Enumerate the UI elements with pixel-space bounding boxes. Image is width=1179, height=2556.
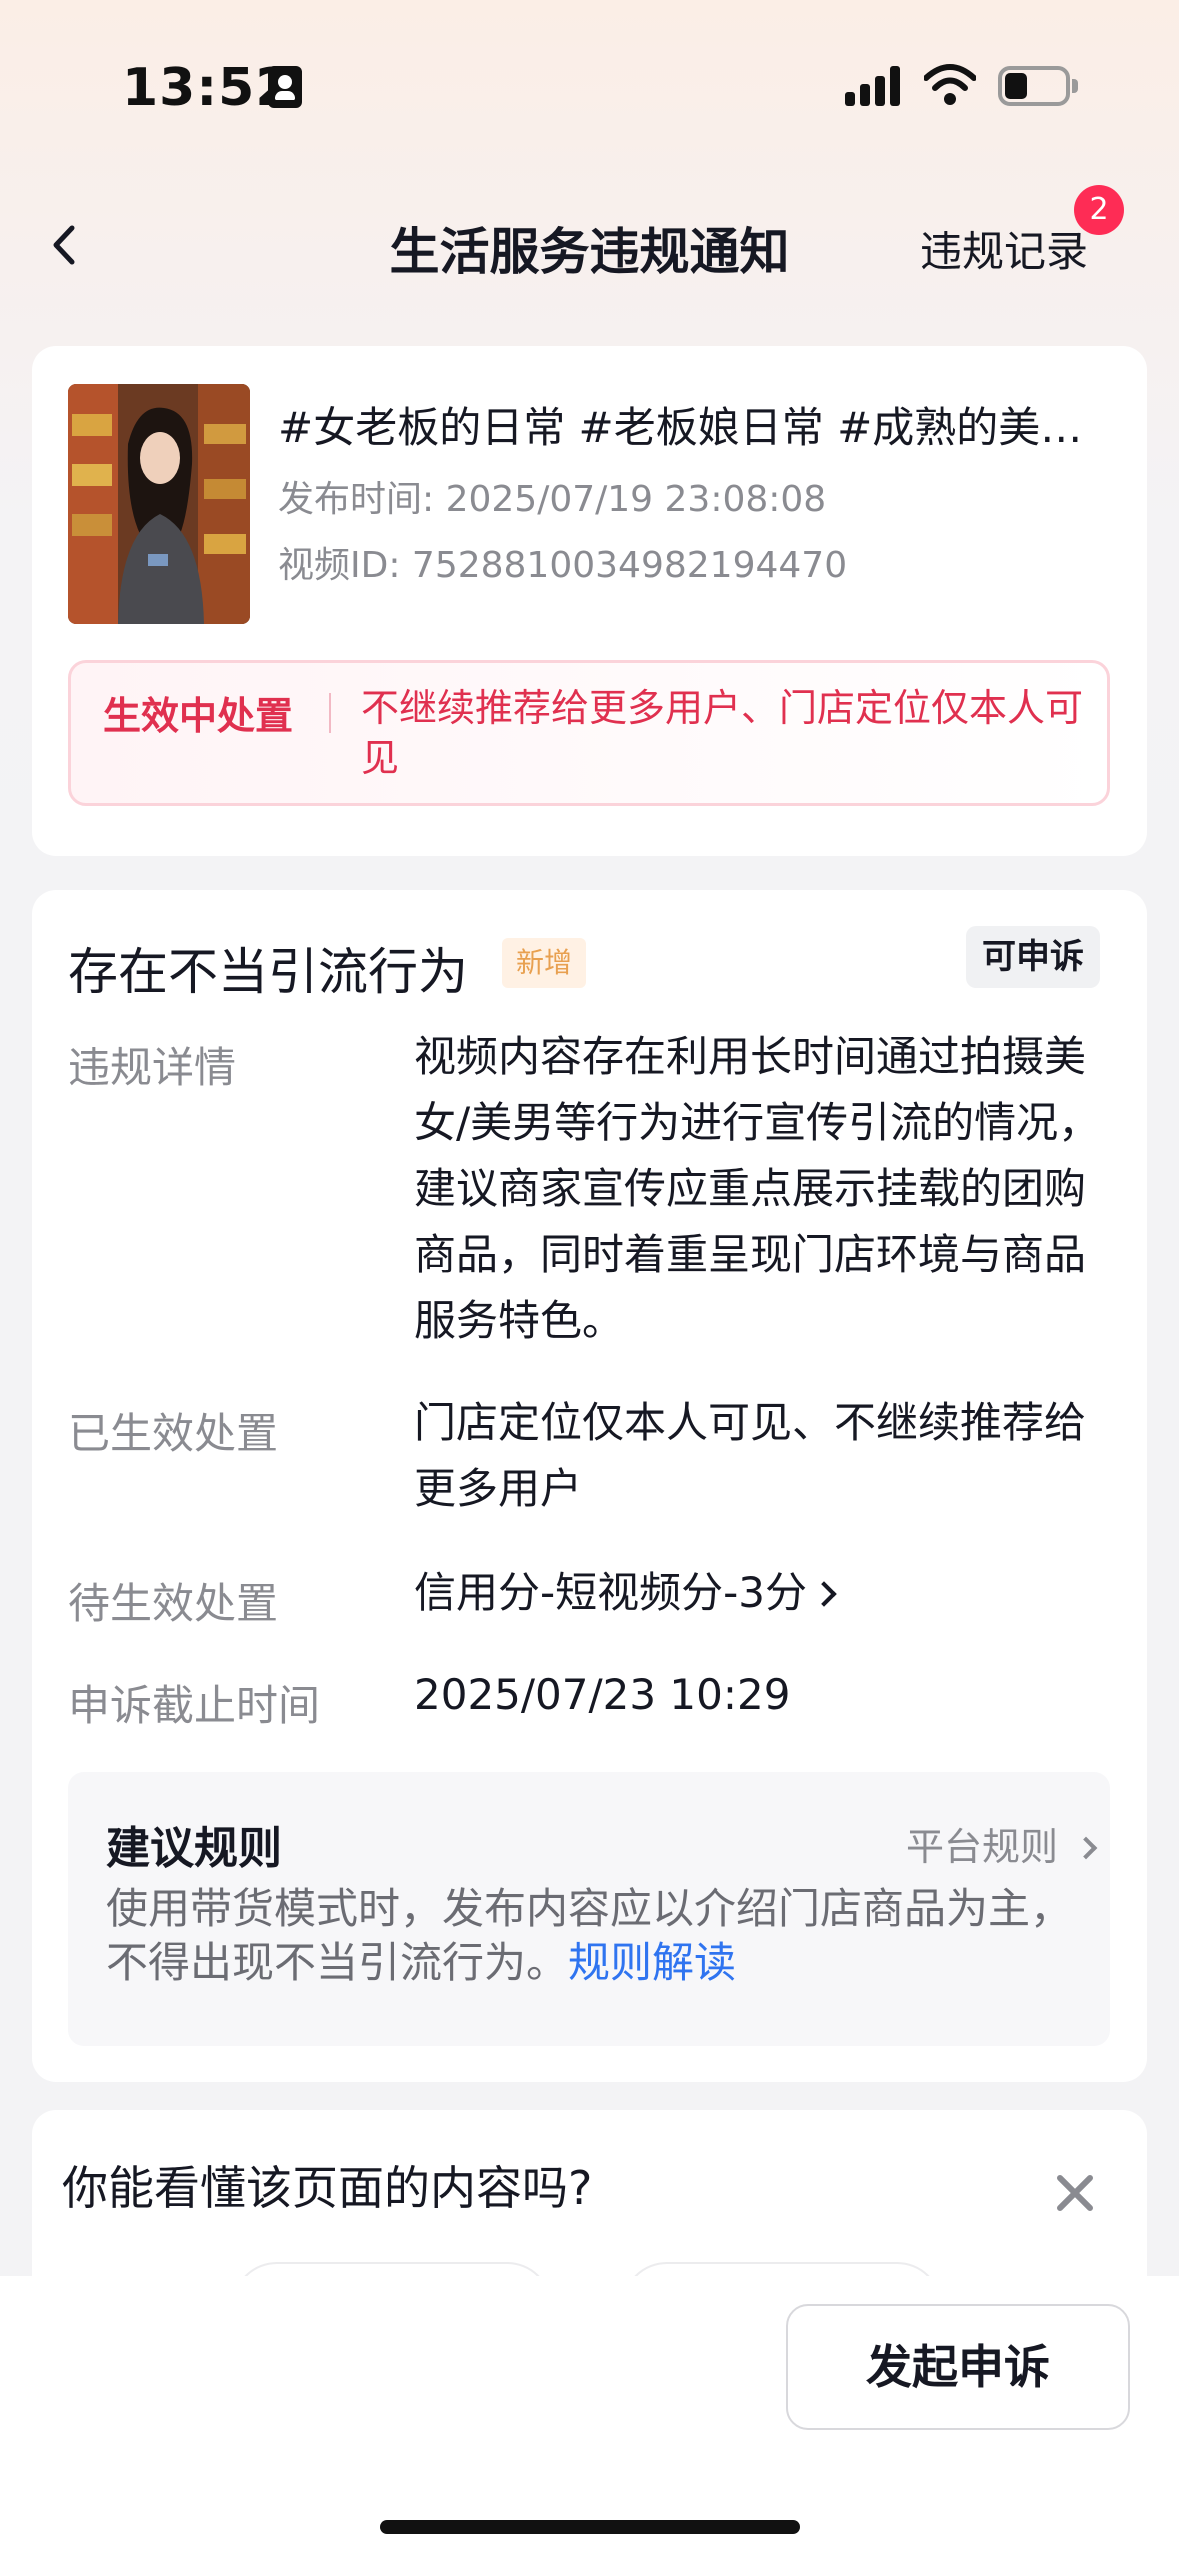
- active-penalty-box: 生效中处置 不继续推荐给更多用户、门店定位仅本人可见: [68, 660, 1110, 806]
- new-tag: 新增: [502, 938, 587, 988]
- suggested-rule-text: 使用带货模式时，发布内容应以介绍门店商品为主，不得出现不当引流行为。规则解读: [106, 1882, 1096, 1990]
- video-id: 视频ID: 7528810034982194470: [278, 545, 848, 586]
- violation-detail-card: 存在不当引流行为 新增 可申诉 违规详情 视频内容存在利用长时间通过拍摄美女/美…: [32, 890, 1147, 2082]
- suggested-rule-title: 建议规则: [106, 1823, 282, 1874]
- publish-time: 发布时间: 2025/07/19 23:08:08: [278, 479, 827, 520]
- applied-penalty-label: 已生效处置: [68, 1409, 279, 1458]
- platform-rules-link[interactable]: 平台规则: [906, 1816, 1098, 1871]
- start-appeal-button[interactable]: 发起申诉: [786, 2304, 1130, 2430]
- divider: [329, 693, 331, 733]
- detail-label: 违规详情: [68, 1043, 237, 1092]
- wifi-icon: [924, 64, 976, 105]
- appealable-tag: 可申诉: [966, 926, 1100, 988]
- home-indicator[interactable]: [380, 2520, 800, 2534]
- pending-penalty-value: 信用分-短视频分-3分: [414, 1568, 808, 1617]
- violation-records-link[interactable]: 违规记录: [920, 218, 1088, 279]
- active-penalty-tag: 生效中处置: [103, 694, 294, 738]
- close-icon[interactable]: [1052, 2170, 1098, 2216]
- active-penalty-text: 不继续推荐给更多用户、门店定位仅本人可见: [361, 686, 1084, 780]
- video-title: #女老板的日常 #老板娘日常 #成熟的美…: [278, 403, 1083, 452]
- bottom-bar: 发起申诉: [0, 2276, 1179, 2556]
- violation-title: 存在不当引流行为: [68, 943, 468, 1001]
- chevron-right-icon: [811, 1581, 837, 1607]
- chevron-right-icon: [1074, 1836, 1098, 1860]
- status-bar: 13:52: [0, 0, 1179, 170]
- records-count-badge: 2: [1074, 185, 1124, 235]
- status-time: 13:52: [122, 58, 293, 118]
- battery-icon: [998, 66, 1078, 106]
- applied-penalty-value: 门店定位仅本人可见、不继续推荐给更多用户: [414, 1398, 1087, 1513]
- platform-rules-label: 平台规则: [906, 1825, 1059, 1869]
- suggested-rule-box: 建议规则 平台规则 使用带货模式时，发布内容应以介绍门店商品为主，不得出现不当引…: [68, 1772, 1110, 2046]
- survey-question: 你能看懂该页面的内容吗?: [62, 2161, 593, 2215]
- person-badge-icon: [268, 66, 302, 108]
- pending-penalty-label: 待生效处置: [68, 1579, 279, 1628]
- rule-interpretation-link[interactable]: 规则解读: [568, 1938, 736, 1987]
- nav-bar: 生活服务违规通知 违规记录: [0, 190, 1179, 300]
- appeal-deadline-value: 2025/07/23 10:29: [414, 1670, 791, 1719]
- video-thumbnail[interactable]: [68, 384, 250, 624]
- pending-penalty-link[interactable]: 信用分-短视频分-3分: [414, 1560, 1124, 1626]
- signal-icon: [845, 66, 901, 106]
- app-screen: 13:52 生活服务违规通知 违规记录 2 #女老板的日常 #老板娘日常 #成熟…: [0, 0, 1179, 2556]
- detail-value: 视频内容存在利用长时间通过拍摄美女/美男等行为进行宣传引流的情况，建议商家宣传应…: [414, 1032, 1101, 1345]
- appeal-deadline-label: 申诉截止时间: [68, 1681, 321, 1730]
- video-card[interactable]: #女老板的日常 #老板娘日常 #成熟的美… 发布时间: 2025/07/19 2…: [32, 346, 1147, 856]
